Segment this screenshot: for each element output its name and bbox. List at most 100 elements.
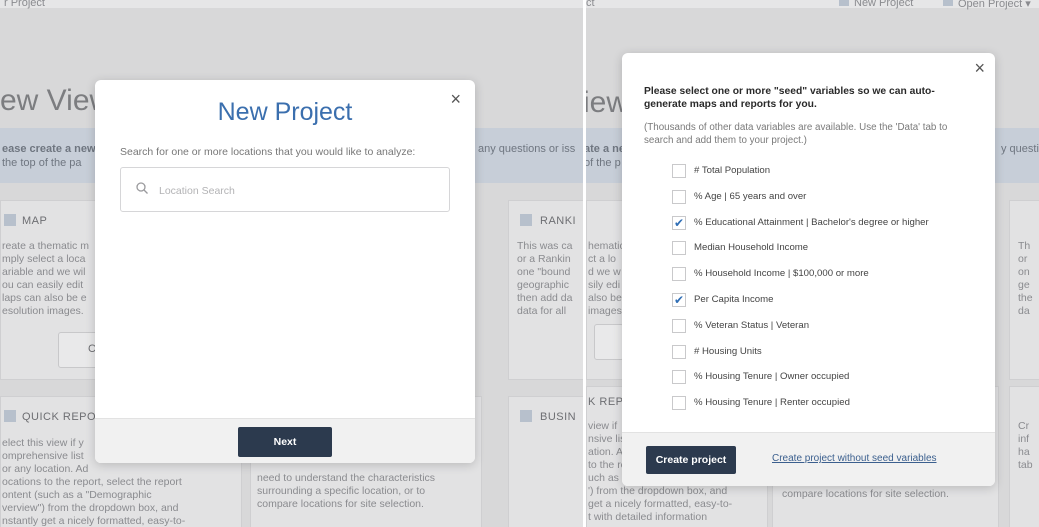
- seed-variable-item[interactable]: ✔ # Total Population: [672, 160, 982, 186]
- background-card-title: BUSIN: [540, 411, 577, 423]
- bg-line: geographic: [517, 279, 569, 291]
- bg-line: nstantly get a nicely formatted, easy-to…: [2, 515, 186, 527]
- map-icon: [4, 214, 16, 226]
- seed-checkbox[interactable]: ✔: [672, 241, 686, 256]
- seed-variable-item[interactable]: ✔ # Housing Units: [672, 341, 982, 367]
- report-icon: [4, 410, 16, 422]
- bg-line: on: [1018, 266, 1030, 278]
- bg-line: reate a thematic m: [2, 240, 89, 252]
- seed-variables-modal: × Please select one or more "seed" varia…: [622, 53, 995, 486]
- bg-line: inf: [1018, 433, 1030, 445]
- seed-checkbox[interactable]: ✔: [672, 292, 686, 307]
- background-card-body: need to understand the characteristics s…: [257, 472, 435, 511]
- background-open-project: Open Project ▾: [958, 0, 1031, 10]
- background-card-body: compare locations for site selection.: [782, 488, 949, 500]
- bg-line: ariable and we wil: [2, 266, 86, 278]
- new-project-icon: [839, 0, 849, 6]
- bg-line: ocations to the report, select the repor…: [2, 476, 182, 488]
- seed-variable-item[interactable]: ✔ % Housing Tenure | Renter occupied: [672, 392, 982, 418]
- bg-line: then add da: [517, 292, 573, 304]
- left-screenshot-panel: r Project ew View ease create a new the …: [0, 0, 583, 527]
- background-band-text-right: y questio: [1001, 143, 1039, 155]
- create-project-button[interactable]: Create project: [646, 446, 736, 474]
- background-card-body: reate a thematic m mply select a loca ar…: [2, 240, 89, 318]
- modal-footer: Create project Create project without se…: [622, 432, 995, 486]
- bg-line: t with detailed information: [588, 511, 708, 523]
- seed-checkbox[interactable]: ✔: [672, 189, 686, 204]
- search-icon: [136, 182, 148, 194]
- bg-line: ge: [1018, 279, 1030, 291]
- seed-variable-item[interactable]: ✔ % Veteran Status | Veteran: [672, 315, 982, 341]
- seed-variable-label: # Housing Units: [694, 345, 762, 357]
- background-band-text-1: ease create a new: [2, 143, 96, 155]
- bg-line: d we w: [588, 266, 621, 278]
- bg-line: images: [588, 305, 622, 317]
- seed-checkbox[interactable]: ✔: [672, 318, 686, 333]
- create-without-seed-link[interactable]: Create project without seed variables: [772, 453, 937, 464]
- location-search-box[interactable]: [120, 167, 450, 212]
- close-icon[interactable]: ×: [974, 59, 985, 77]
- background-top-bar: [0, 0, 583, 8]
- bg-line: Th: [1018, 240, 1031, 252]
- search-prompt: Search for one or more locations that yo…: [120, 146, 416, 158]
- bg-line: esolution images.: [2, 305, 84, 317]
- bg-line: This was ca: [517, 240, 573, 252]
- seed-variable-label: # Total Population: [694, 165, 771, 176]
- seed-variable-label: % Educational Attainment | Bachelor's de…: [694, 216, 929, 228]
- checkmark-icon: ✔: [674, 215, 685, 230]
- bg-line: hematic: [588, 240, 625, 252]
- background-card-title: QUICK REPOR: [22, 411, 105, 423]
- open-project-icon: [943, 0, 953, 6]
- bg-line: also be: [588, 292, 622, 304]
- seed-variable-label: % Housing Tenure | Renter occupied: [694, 397, 850, 409]
- seed-variable-label: Median Household Income: [694, 242, 809, 254]
- seed-variable-item[interactable]: ✔ % Household Income | $100,000 or more: [672, 263, 982, 289]
- modal-title: New Project: [217, 98, 353, 126]
- bg-line: verview") from the dropdown box, and: [2, 502, 179, 514]
- seed-checkbox[interactable]: ✔: [672, 344, 686, 359]
- background-card-body: This was ca or a Rankin one "bound geogr…: [517, 240, 572, 318]
- background-band-text-2: of the p: [586, 157, 621, 169]
- bg-line: ha: [1018, 446, 1030, 458]
- background-band-text-2: the top of the pa: [2, 157, 82, 169]
- seed-checkbox[interactable]: ✔: [672, 267, 686, 282]
- bg-line: sily edi: [588, 279, 621, 291]
- seed-variable-label: % Household Income | $100,000 or more: [694, 268, 869, 280]
- seed-checkbox[interactable]: ✔: [672, 396, 686, 411]
- seed-heading: Please select one or more "seed" variabl…: [644, 86, 935, 110]
- location-search-input[interactable]: [157, 180, 441, 202]
- seed-variable-item[interactable]: ✔ Per Capita Income: [672, 289, 982, 315]
- seed-checkbox[interactable]: ✔: [672, 215, 686, 230]
- background-new-project: New Project: [854, 0, 914, 9]
- bg-line: or any location. Ad: [2, 463, 89, 475]
- bg-line: or a Rankin: [517, 253, 571, 265]
- seed-variable-item[interactable]: ✔ % Housing Tenure | Owner occupied: [672, 366, 982, 392]
- seed-variable-item[interactable]: ✔ % Age | 65 years and over: [672, 186, 982, 212]
- checkmark-icon: ✔: [674, 292, 685, 307]
- background-band-text-1: ate a ne: [586, 143, 625, 155]
- bg-line: ontent (such as a "Demographic: [2, 489, 152, 501]
- bg-line: ct a lo: [588, 253, 617, 265]
- seed-variable-list: ✔ # Total Population ✔ % Age | 65 years and…: [672, 160, 982, 418]
- bg-line: compare locations for site selection.: [257, 498, 424, 510]
- background-card-body: Th or on ge the da: [1018, 240, 1033, 318]
- seed-variable-label: % Housing Tenure | Owner occupied: [694, 371, 850, 383]
- bg-line: laps can also be e: [2, 292, 87, 304]
- bg-line: the: [1018, 292, 1033, 304]
- background-card-body: hematic ct a lo d we w sily edi also be …: [588, 240, 625, 318]
- new-project-modal: × New Project Search for one or more loc…: [95, 80, 475, 463]
- seed-variable-label: Per Capita Income: [694, 293, 774, 305]
- next-button[interactable]: Next: [238, 427, 332, 457]
- seed-variable-label: % Veteran Status | Veteran: [694, 319, 810, 331]
- background-project-text: r Project: [4, 0, 45, 9]
- background-card-body: Cr inf ha tab: [1018, 420, 1033, 472]
- background-card-title: MAP: [22, 215, 48, 227]
- seed-checkbox[interactable]: ✔: [672, 164, 686, 178]
- background-card-button: [594, 324, 624, 360]
- bg-line: surrounding a specific location, or to: [257, 485, 426, 497]
- seed-variable-item[interactable]: ✔ % Educational Attainment | Bachelor's d…: [672, 212, 982, 238]
- bg-line: da: [1018, 305, 1030, 317]
- bg-line: one "bound: [517, 266, 571, 278]
- seed-variable-item[interactable]: ✔ Median Household Income: [672, 237, 982, 263]
- seed-checkbox[interactable]: ✔: [672, 370, 686, 385]
